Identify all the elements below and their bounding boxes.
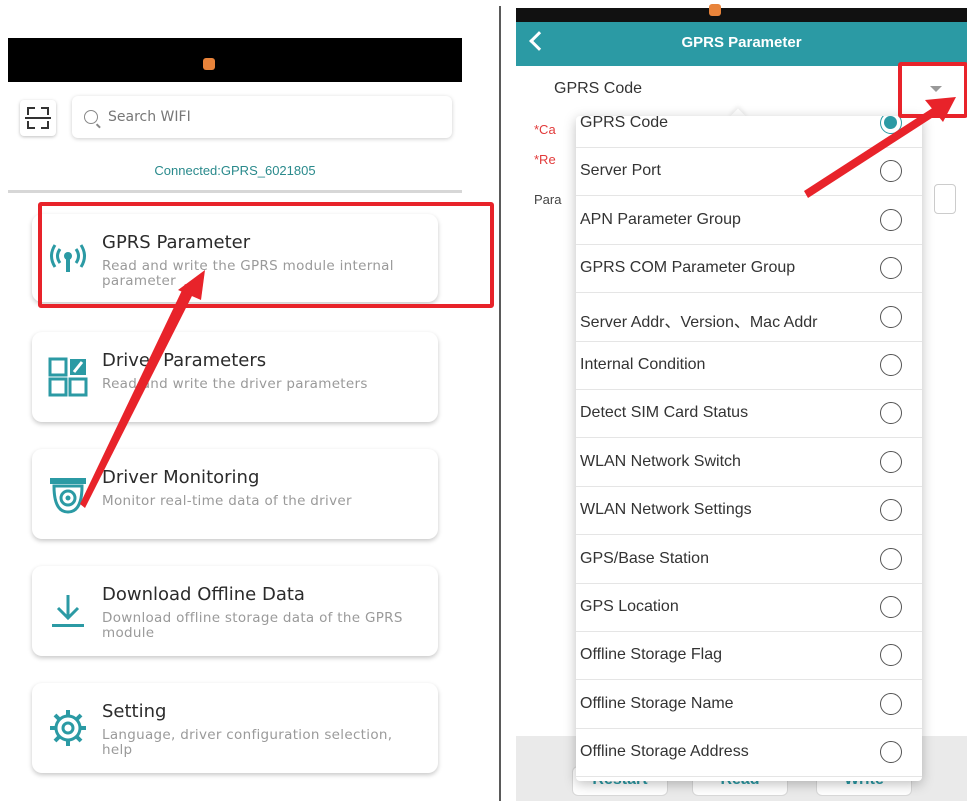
required-label: *Ca	[534, 122, 556, 137]
status-bar	[516, 4, 967, 22]
option-label: Internal Condition	[580, 356, 706, 373]
option-label: GPRS COM Parameter Group	[580, 259, 796, 277]
radio-button[interactable]	[880, 402, 902, 425]
camera-monitor-icon	[50, 478, 86, 514]
option-label: WLAN Network Switch	[580, 452, 741, 470]
dropdown-option[interactable]: Offline Storage Name	[576, 681, 922, 729]
parameter-select-value[interactable]: GPRS Code	[554, 80, 642, 98]
radio-button[interactable]	[880, 596, 902, 618]
option-label: GPRS Code	[580, 116, 669, 131]
download-icon	[52, 595, 84, 627]
option-label: WLAN Network Settings	[580, 501, 752, 519]
dropdown-option[interactable]: WLAN Network Settings	[576, 487, 922, 536]
option-label: Detect SIM Card Status	[580, 404, 749, 422]
dropdown-option[interactable]: Server Addr、Version、Mac Addr	[576, 294, 922, 342]
radio-button[interactable]	[880, 305, 902, 328]
dropdown-option[interactable]: GPS/Base Station	[576, 536, 922, 584]
panel-separator	[499, 6, 501, 801]
card-setting[interactable]: Setting Language, driver configuration s…	[32, 683, 438, 773]
card-driver-monitoring[interactable]: Driver Monitoring Monitor real-time data…	[32, 449, 438, 539]
connection-status: Connected:GPRS_6021805	[154, 163, 316, 178]
highlight-box-gprs	[38, 202, 494, 308]
option-label: Server Addr、Version、Mac Addr	[580, 313, 818, 331]
status-bar	[8, 38, 462, 82]
param-field[interactable]	[934, 184, 956, 214]
radio-button[interactable]	[880, 692, 902, 715]
radio-button[interactable]	[880, 499, 902, 522]
search-input[interactable]	[108, 106, 438, 128]
radio-button[interactable]	[880, 116, 902, 134]
card-description: Read and write the driver parameters	[102, 376, 368, 392]
option-label: Server Port	[580, 162, 661, 180]
card-download-offline-data[interactable]: Download Offline Data Download offline s…	[32, 566, 438, 656]
radio-button[interactable]	[880, 547, 902, 570]
param-label: Para	[534, 192, 562, 207]
dropdown-option[interactable]: APN Parameter Group	[576, 197, 922, 245]
dropdown-option[interactable]: GPRS COM Parameter Group	[576, 245, 922, 294]
highlight-box-dropdown	[898, 62, 967, 118]
divider	[8, 190, 462, 193]
dropdown-option[interactable]: WLAN Network Switch	[576, 439, 922, 487]
grid-edit-icon	[48, 357, 88, 397]
option-label: APN Parameter Group	[580, 210, 741, 228]
option-label: GPS Location	[580, 598, 679, 615]
radio-button[interactable]	[880, 208, 902, 231]
card-driver-parameters[interactable]: Driver Parameters Read and write the dri…	[32, 332, 438, 422]
app-header: GPRS Parameter	[516, 22, 967, 66]
radio-button[interactable]	[880, 644, 902, 667]
radio-button[interactable]	[880, 257, 902, 280]
app-logo-icon	[203, 58, 215, 70]
search-bar[interactable]	[72, 96, 452, 138]
option-label: GPS/Base Station	[580, 549, 709, 567]
search-icon	[84, 110, 98, 124]
required-label: *Re	[534, 152, 556, 167]
left-screen: Connected:GPRS_6021805 GPRS Parameter Re…	[0, 0, 494, 801]
radio-button[interactable]	[880, 450, 902, 473]
option-label: Offline Storage Name	[580, 694, 734, 712]
dropdown-option[interactable]: Detect SIM Card Status	[576, 390, 922, 439]
parameter-dropdown[interactable]: GPRS Code Server Port APN Parameter Group G…	[576, 116, 922, 781]
card-description: Download offline storage data of the GPR…	[102, 610, 403, 641]
scan-icon[interactable]	[20, 100, 56, 136]
dropdown-option[interactable]: Offline Storage Flag	[576, 632, 922, 681]
option-label: Offline Storage Address	[580, 743, 749, 761]
card-title: Setting	[102, 701, 167, 722]
right-screen: GPRS Parameter GPRS Code *Ca *Re Para Re…	[516, 0, 967, 801]
card-title: Driver Parameters	[102, 350, 267, 371]
card-title: Download Offline Data	[102, 584, 305, 605]
radio-button[interactable]	[880, 354, 902, 376]
dropdown-option[interactable]: GPS Location	[576, 584, 922, 632]
app-logo-icon	[709, 4, 721, 16]
gear-icon	[50, 710, 86, 746]
page-title: GPRS Parameter	[681, 34, 802, 51]
radio-button[interactable]	[880, 741, 902, 764]
option-label: Offline Storage Flag	[580, 646, 723, 664]
card-description: Language, driver configuration selection…	[102, 727, 393, 758]
card-title: Driver Monitoring	[102, 467, 260, 488]
dropdown-option[interactable]: Internal Condition	[576, 342, 922, 390]
dropdown-option[interactable]: GPRS Code	[576, 116, 922, 148]
card-description: Monitor real-time data of the driver	[102, 493, 352, 509]
dropdown-option[interactable]: Offline Storage Address	[576, 729, 922, 778]
radio-button[interactable]	[880, 160, 902, 183]
dropdown-option[interactable]: Server Port	[576, 148, 922, 197]
